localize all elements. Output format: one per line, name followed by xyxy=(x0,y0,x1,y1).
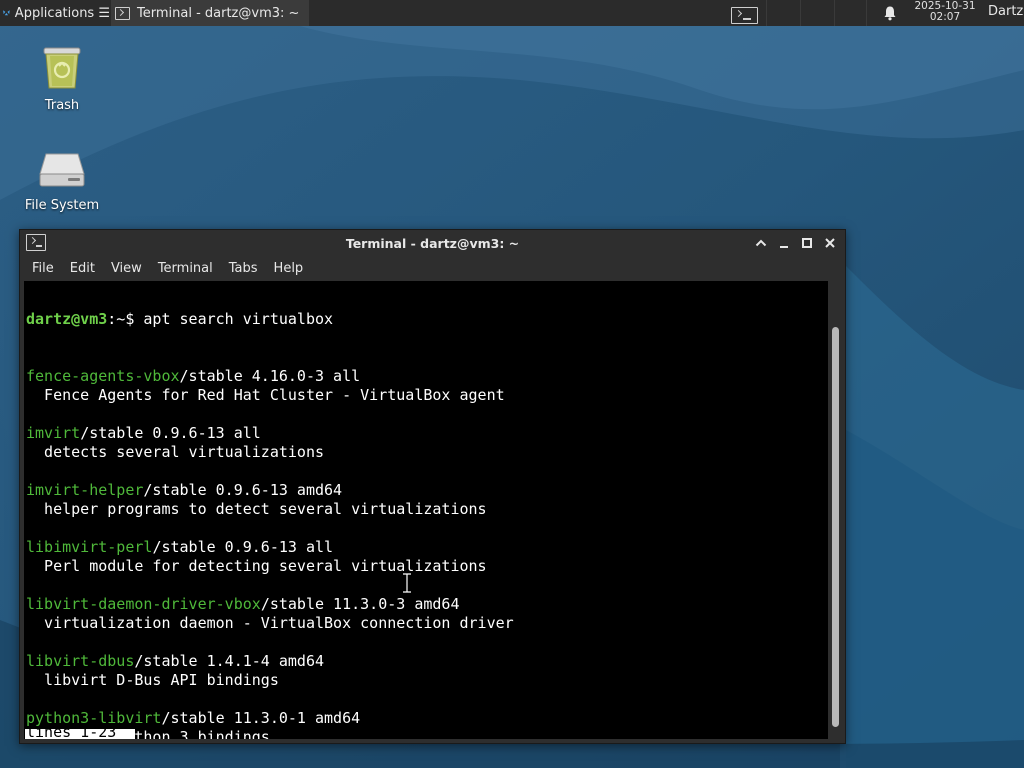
terminal-icon xyxy=(115,6,130,20)
terminal-line: libvirt-daemon-driver-vbox/stable 11.3.0… xyxy=(26,595,826,614)
panel-separator xyxy=(866,0,867,26)
terminal-line: Perl module for detecting several virtua… xyxy=(26,557,826,576)
package-version: /stable 4.16.0-3 all xyxy=(179,367,361,385)
prompt-user: dartz@vm3 xyxy=(26,310,108,328)
pager-status-text: lines 1-23 xyxy=(26,729,117,739)
menu-edit[interactable]: Edit xyxy=(62,261,103,276)
desktop-icon-file-system[interactable]: File System xyxy=(7,148,117,213)
window-maximize-button[interactable] xyxy=(799,235,815,251)
maximize-icon xyxy=(802,238,812,248)
terminal-scrollbar[interactable] xyxy=(828,281,845,739)
text-cursor-icon xyxy=(403,573,411,593)
clock-time: 02:07 xyxy=(929,11,961,23)
terminal-line: imvirt/stable 0.9.6-13 all xyxy=(26,424,826,443)
pager-status: lines 1-23 xyxy=(25,729,135,739)
desktop-icon-label: Trash xyxy=(44,98,80,113)
applications-label: Applications ☰ xyxy=(14,5,110,21)
terminal-text: dartz@vm3:~$ apt search virtualbox fence… xyxy=(26,281,826,739)
menu-file[interactable]: File xyxy=(24,261,62,276)
package-version: /stable 0.9.6-13 amd64 xyxy=(143,481,343,499)
top-panel: Applications ☰ Terminal - dartz@vm3: ~ 2… xyxy=(0,0,1024,26)
terminal-line: imvirt-helper/stable 0.9.6-13 amd64 xyxy=(26,481,826,500)
window-shade-button[interactable] xyxy=(753,235,769,251)
desktop-icon-trash[interactable]: Trash xyxy=(7,44,117,113)
terminal-line: virtualization daemon - VirtualBox conne… xyxy=(26,614,826,633)
trash-icon xyxy=(43,47,81,89)
applications-menu-button[interactable]: Applications ☰ xyxy=(0,0,110,26)
terminal-line: helper programs to detect several virtua… xyxy=(26,500,826,519)
terminal-line: libvirt D-Bus API bindings xyxy=(26,671,826,690)
terminal-output[interactable]: dartz@vm3:~$ apt search virtualbox fence… xyxy=(24,281,828,739)
menu-bar: File Edit View Terminal Tabs Help xyxy=(20,256,845,281)
close-icon xyxy=(825,238,835,248)
user-menu[interactable]: Dartz xyxy=(988,4,1023,19)
terminal-line: fence-agents-vbox/stable 4.16.0-3 all xyxy=(26,367,826,386)
panel-separator xyxy=(834,0,835,26)
terminal-line: python3-libvirt/stable 11.3.0-1 amd64 xyxy=(26,709,826,728)
minimize-icon xyxy=(780,246,788,248)
taskbar-terminal-button[interactable]: Terminal - dartz@vm3: ~ xyxy=(111,0,309,26)
menu-terminal[interactable]: Terminal xyxy=(150,261,221,276)
clock[interactable]: 2025-10-31 02:07 xyxy=(906,1,984,23)
menu-tabs[interactable]: Tabs xyxy=(221,261,266,276)
panel-separator xyxy=(766,0,767,26)
window-titlebar[interactable]: Terminal - dartz@vm3: ~ xyxy=(20,230,845,256)
package-version: /stable 1.4.1-4 amd64 xyxy=(134,652,325,670)
package-version: /stable 0.9.6-13 all xyxy=(152,538,334,556)
package-name: fence-agents-vbox xyxy=(26,367,180,385)
taskbar-terminal-label: Terminal - dartz@vm3: ~ xyxy=(137,5,300,21)
package-description: libvirt D-Bus API bindings xyxy=(26,671,279,689)
package-description: Fence Agents for Red Hat Cluster - Virtu… xyxy=(26,386,505,404)
xfce-logo-icon xyxy=(3,10,10,16)
package-name: libimvirt-perl xyxy=(26,538,153,556)
menu-view[interactable]: View xyxy=(103,261,150,276)
package-description: virtualization daemon - VirtualBox conne… xyxy=(26,614,514,632)
drive-icon xyxy=(39,153,85,187)
package-version: /stable 11.3.0-1 amd64 xyxy=(161,709,361,727)
window-close-button[interactable] xyxy=(822,235,838,251)
package-name: libvirt-daemon-driver-vbox xyxy=(26,595,261,613)
package-description: Perl module for detecting several virtua… xyxy=(26,557,487,575)
package-version: /stable 11.3.0-3 amd64 xyxy=(260,595,460,613)
terminal-line: libimvirt-perl/stable 0.9.6-13 all xyxy=(26,538,826,557)
prompt-command: :~$ apt search virtualbox xyxy=(107,310,334,328)
terminal-launcher-icon[interactable] xyxy=(731,7,758,24)
package-name: python3-libvirt xyxy=(26,709,162,727)
terminal-line: libvirt Python 3 bindings xyxy=(26,728,826,739)
package-name: imvirt-helper xyxy=(26,481,144,499)
scrollbar-thumb[interactable] xyxy=(832,327,839,727)
desktop-icon-label: File System xyxy=(24,198,100,213)
terminal-prompt-line: dartz@vm3:~$ apt search virtualbox xyxy=(26,310,826,329)
terminal-window: Terminal - dartz@vm3: ~ File Edit View T… xyxy=(19,229,846,744)
terminal-line: detects several virtualizations xyxy=(26,443,826,462)
window-minimize-button[interactable] xyxy=(776,235,792,251)
chevron-up-icon xyxy=(755,239,767,247)
terminal-line: libvirt-dbus/stable 1.4.1-4 amd64 xyxy=(26,652,826,671)
package-description: helper programs to detect several virtua… xyxy=(26,500,487,518)
panel-separator xyxy=(800,0,801,26)
package-name: imvirt xyxy=(26,424,81,442)
package-version: /stable 0.9.6-13 all xyxy=(80,424,261,442)
window-title: Terminal - dartz@vm3: ~ xyxy=(345,236,520,251)
notification-bell-icon[interactable] xyxy=(882,5,898,21)
terminal-line: Fence Agents for Red Hat Cluster - Virtu… xyxy=(26,386,826,405)
menu-help[interactable]: Help xyxy=(266,261,312,276)
package-description: detects several virtualizations xyxy=(26,443,325,461)
package-name: libvirt-dbus xyxy=(26,652,135,670)
